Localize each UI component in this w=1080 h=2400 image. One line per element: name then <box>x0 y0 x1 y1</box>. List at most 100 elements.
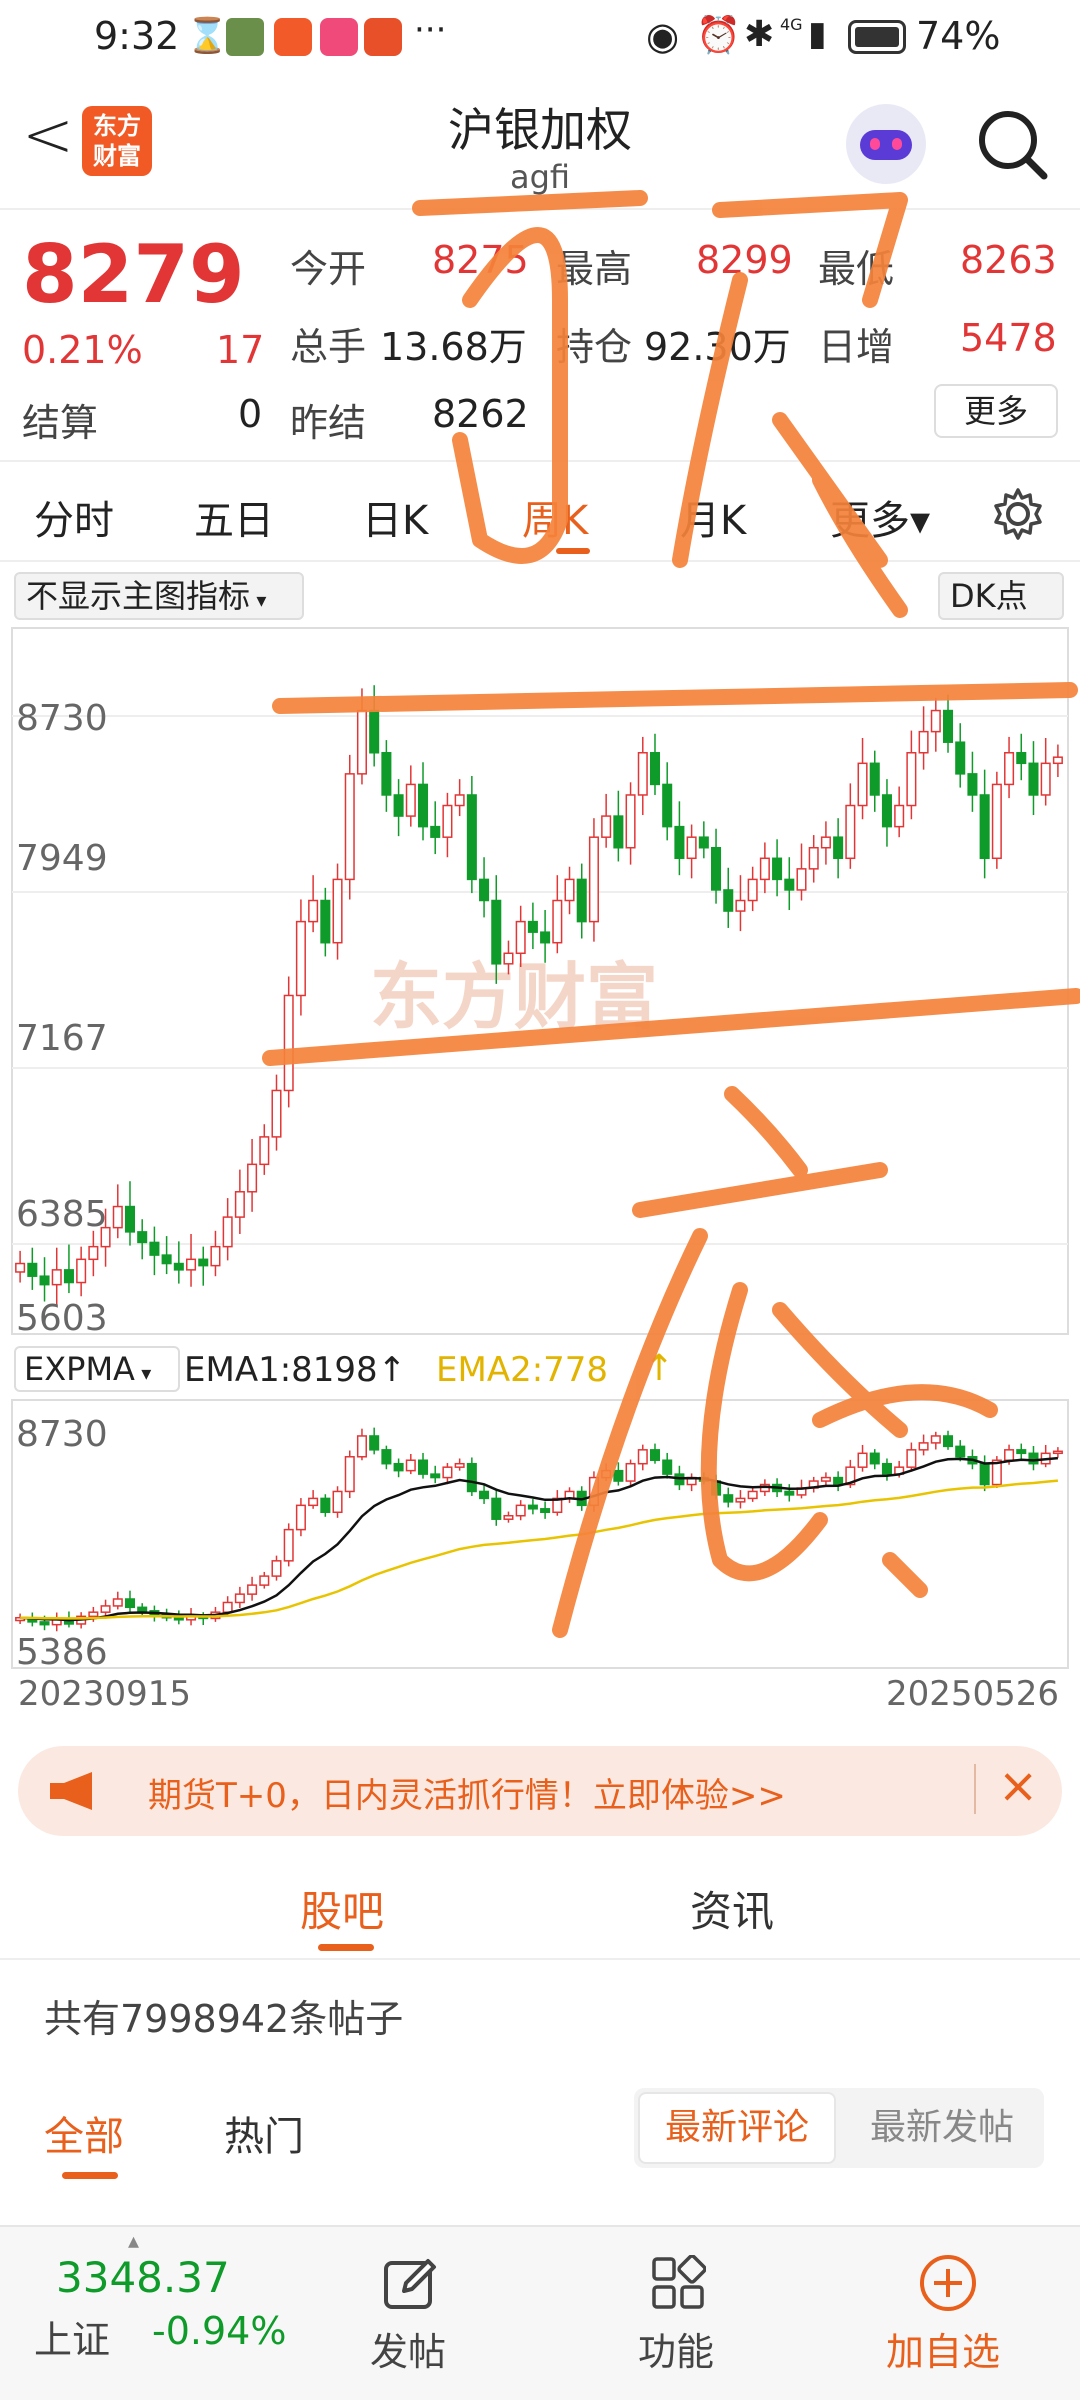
candle-up <box>808 846 819 870</box>
tab-intraday[interactable]: 分时 <box>34 488 114 546</box>
candle-up <box>796 868 807 891</box>
candle-down <box>540 1508 551 1514</box>
candle-up <box>759 857 770 881</box>
candle-up <box>88 1245 99 1261</box>
candlestick-chart[interactable]: 东方财富 8730 7949 7167 6385 5603 <box>0 622 1080 1342</box>
y-tick-label: 8730 <box>16 1414 108 1455</box>
app-notification-icon <box>274 18 312 56</box>
candle-up <box>112 1205 123 1229</box>
change-value: 17 <box>216 328 265 372</box>
candle-down <box>381 1449 392 1465</box>
candle-up <box>259 1575 270 1586</box>
candle-up <box>588 836 599 923</box>
candle-down <box>784 878 795 891</box>
candle-down <box>39 1621 50 1626</box>
app-notification-icon <box>364 18 402 56</box>
candle-up <box>991 783 1002 860</box>
candle-up <box>857 1452 868 1468</box>
hourglass-icon: ⌛ <box>186 16 229 56</box>
add-circle-icon[interactable] <box>918 2253 978 2313</box>
sub-indicator-select[interactable]: EXPMA ▾ <box>14 1346 180 1392</box>
y-tick-label: 6385 <box>16 1194 108 1235</box>
index-change[interactable]: -0.94% <box>152 2309 286 2353</box>
tab-more[interactable]: 更多▾ <box>830 488 930 546</box>
candle-up <box>112 1598 123 1607</box>
expma-chart[interactable]: 8730 5386 <box>0 1396 1080 1686</box>
filter-all[interactable]: 全部 <box>44 2104 124 2162</box>
prev-settle-value: 8262 <box>432 392 529 436</box>
tab-guba[interactable]: 股吧 <box>300 1878 384 1939</box>
functions-grid-icon[interactable] <box>650 2255 706 2311</box>
dk-point-button[interactable]: DK点 <box>938 572 1064 620</box>
ema2-line <box>20 1479 1059 1620</box>
candle-up <box>1052 756 1063 765</box>
candle-down <box>881 794 892 828</box>
sort-latest-comment[interactable]: 最新评论 <box>638 2092 836 2164</box>
candle-down <box>124 1205 136 1233</box>
candle-down <box>466 1462 477 1493</box>
candle-down <box>417 783 429 828</box>
candle-up <box>930 1435 941 1444</box>
more-quote-button[interactable]: 更多 <box>934 384 1058 438</box>
index-value[interactable]: 3348.37 <box>56 2253 230 2302</box>
candle-up <box>918 730 929 754</box>
candle-up <box>308 899 319 923</box>
close-banner-icon[interactable]: × <box>998 1758 1038 1814</box>
candle-down <box>491 899 502 965</box>
search-icon[interactable] <box>974 106 1050 182</box>
network-type: 4G <box>780 15 803 34</box>
candle-down <box>662 783 673 828</box>
candle-up <box>601 815 612 838</box>
candle-down <box>649 752 661 786</box>
candle-up <box>222 1601 233 1613</box>
sort-latest-post[interactable]: 最新发帖 <box>844 2092 1040 2164</box>
battery-icon <box>848 20 906 54</box>
candle-down <box>430 1473 441 1479</box>
back-button[interactable]: < <box>22 100 74 170</box>
candle-down <box>393 794 404 817</box>
filter-hot[interactable]: 热门 <box>224 2104 304 2162</box>
app-notification-icon <box>320 18 358 56</box>
watermark: 东方财富 <box>370 955 658 1039</box>
candle-up <box>515 920 526 955</box>
high-label: 最高 <box>556 247 633 291</box>
tab-five-day[interactable]: 五日 <box>194 488 274 546</box>
assistant-avatar[interactable] <box>846 104 926 184</box>
candle-up <box>564 878 575 902</box>
candle-down <box>124 1598 136 1609</box>
post-button-label[interactable]: 发帖 <box>370 2321 446 2376</box>
candle-up <box>1004 752 1015 786</box>
candle-down <box>417 1459 429 1475</box>
candle-up <box>234 1191 245 1218</box>
tab-news[interactable]: 资讯 <box>690 1878 774 1939</box>
candle-up <box>405 1459 416 1472</box>
functions-button-label[interactable]: 功能 <box>638 2321 714 2376</box>
banner-divider <box>974 1764 976 1814</box>
quote-panel: 8279 0.21% 17 结算 0 今开 8275 最高 8299 最低 82… <box>0 212 1080 462</box>
candle-up <box>637 752 648 796</box>
app-notification-icon <box>226 18 264 56</box>
main-indicator-select[interactable]: 不显示主图指标 ▾ <box>14 572 304 620</box>
candle-up <box>918 1442 929 1451</box>
candle-down <box>137 1231 148 1244</box>
edit-post-icon[interactable] <box>382 2255 438 2311</box>
index-name[interactable]: 上证 <box>34 2309 110 2364</box>
signal-icon: ▮ <box>808 14 827 54</box>
candle-down <box>540 931 551 944</box>
candle-down <box>39 1275 50 1286</box>
expand-arrow-icon[interactable]: ▴ <box>128 2229 139 2254</box>
chart-area: 不显示主图指标 ▾ DK点 东方财富 8730 7949 7167 6385 5… <box>0 562 1080 1732</box>
tab-daily-k[interactable]: 日K <box>362 488 428 546</box>
candle-down <box>942 1435 954 1448</box>
candle-up <box>1040 762 1051 796</box>
ema2-label: EMA2:778 <box>436 1350 609 1390</box>
candle-down <box>967 773 978 796</box>
promo-banner[interactable]: 期货T+0，日内灵活抓行情！立即体验>> × <box>18 1746 1062 1836</box>
tab-weekly-k[interactable]: 周K <box>522 488 588 546</box>
add-watchlist-label[interactable]: 加自选 <box>886 2321 1000 2376</box>
candle-up <box>503 952 514 965</box>
candle-down <box>869 762 880 796</box>
settings-gear-icon[interactable] <box>990 486 1046 542</box>
candle-up <box>454 1462 465 1468</box>
tab-monthly-k[interactable]: 月K <box>680 488 746 546</box>
